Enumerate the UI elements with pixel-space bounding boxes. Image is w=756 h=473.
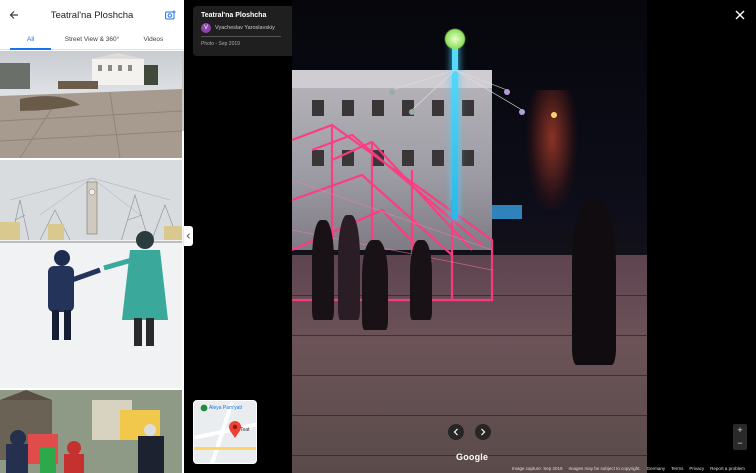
person-silhouette [362, 240, 388, 330]
panel-header: Teatral'na Ploshcha [0, 0, 184, 30]
panel-scrollbar[interactable] [182, 51, 184, 131]
collapse-panel-button[interactable] [184, 226, 193, 246]
photo-thumbnail[interactable] [0, 51, 182, 158]
privacy-link[interactable]: Privacy [689, 466, 704, 471]
country-link[interactable]: Germany [647, 466, 666, 471]
chevron-right-icon [481, 428, 486, 436]
zoom-in-button[interactable]: + [737, 426, 742, 435]
person-silhouette [410, 240, 432, 320]
photo-thumbnail[interactable] [0, 390, 182, 473]
back-button[interactable] [6, 7, 22, 23]
photo-thumbnail[interactable] [0, 160, 182, 388]
contributor-name[interactable]: Vyacheslav Yaroslavskiy [215, 25, 275, 31]
person-silhouette [338, 215, 360, 320]
map-footer: Image capture: Sep 2019 Images may be su… [512, 466, 756, 471]
zoom-out-button[interactable]: − [737, 439, 742, 448]
photo-list [0, 51, 182, 473]
avatar: V [201, 23, 211, 33]
chevron-left-icon [453, 428, 458, 436]
terms-link[interactable]: Terms [671, 466, 683, 471]
person-silhouette [312, 220, 334, 320]
street-view-viewer: Teatral'na Ploshcha All Street View & 36… [0, 0, 756, 473]
add-photo-button[interactable] [162, 7, 178, 23]
arrow-left-icon [9, 11, 18, 19]
minimap[interactable]: Aleya Pam'yati Teat [193, 400, 257, 464]
image-capture-date: Image capture: Sep 2019 [512, 466, 563, 471]
tab-videos[interactable]: Videos [123, 30, 184, 49]
person-silhouette [572, 200, 616, 365]
photo-tabs: All Street View & 360° Videos [0, 30, 184, 50]
chevron-left-icon [186, 233, 190, 239]
next-photo-button[interactable] [475, 424, 491, 440]
photo-side-panel: Teatral'na Ploshcha All Street View & 36… [0, 0, 184, 473]
park-pin-icon [200, 404, 208, 412]
tab-all[interactable]: All [0, 30, 61, 50]
close-icon [735, 10, 745, 20]
panel-title: Teatral'na Ploshcha [50, 9, 134, 21]
main-photo[interactable] [292, 0, 647, 473]
divider [201, 36, 281, 37]
minimap-label: Aleya Pam'yati [209, 405, 242, 411]
report-problem-link[interactable]: Report a problem [710, 466, 745, 471]
copyright-notice: Images may be subject to copyright. [568, 466, 641, 471]
previous-photo-button[interactable] [448, 424, 464, 440]
tab-street-view[interactable]: Street View & 360° [61, 30, 122, 49]
zoom-control: + − [733, 424, 747, 450]
square-photo-image [0, 53, 182, 158]
close-viewer-button[interactable] [734, 8, 746, 20]
playground-photo-image [0, 390, 182, 473]
snow-photo-image [0, 160, 182, 388]
add-photo-icon [164, 10, 175, 20]
google-logo: Google [456, 452, 489, 462]
minimap-place-label: Teat [240, 427, 250, 433]
